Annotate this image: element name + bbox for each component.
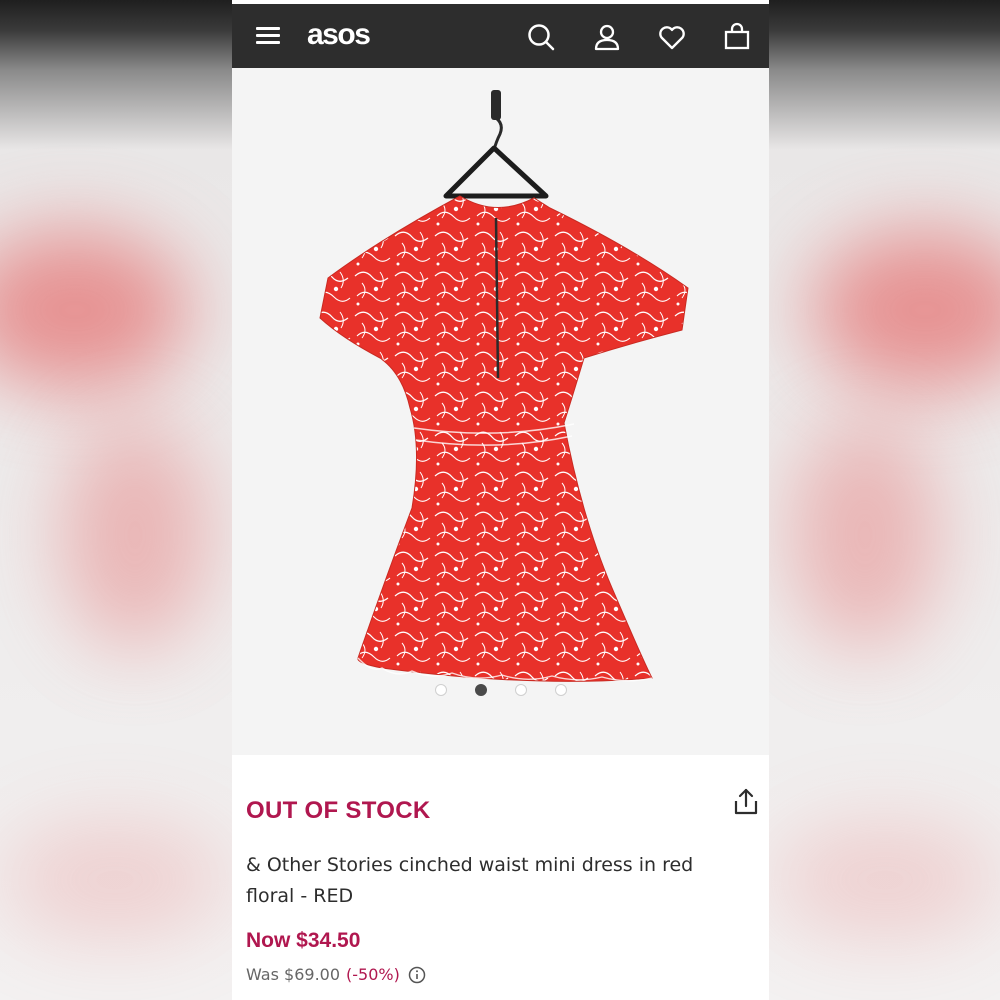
previous-price: Was $69.00: [246, 965, 341, 984]
previous-price-row: Was $69.00 (-50%): [246, 965, 426, 984]
top-navigation-bar: asos: [232, 4, 769, 68]
product-page: asos OUT OF STOCK & Other Stories cinche…: [232, 0, 769, 1000]
carousel-dot[interactable]: [554, 684, 567, 696]
share-icon[interactable]: [732, 787, 760, 817]
info-icon[interactable]: [408, 966, 426, 984]
carousel-dot-active[interactable]: [474, 684, 487, 696]
asos-logo[interactable]: asos: [307, 18, 371, 52]
product-image-gallery[interactable]: [232, 68, 769, 755]
carousel-indicators: [232, 684, 769, 696]
discount-badge: (-50%): [346, 965, 400, 984]
current-price: Now $34.50: [246, 929, 361, 952]
heart-icon[interactable]: [657, 22, 687, 52]
carousel-dot[interactable]: [514, 684, 527, 696]
stock-status: OUT OF STOCK: [246, 797, 431, 824]
account-icon[interactable]: [592, 22, 622, 52]
product-details: OUT OF STOCK & Other Stories cinched wai…: [232, 755, 769, 1000]
search-icon[interactable]: [526, 22, 556, 52]
product-title: & Other Stories cinched waist mini dress…: [246, 854, 694, 907]
dress-image: [319, 90, 689, 682]
backdrop-blur: [60, 420, 210, 650]
carousel-dot[interactable]: [434, 684, 447, 696]
menu-icon[interactable]: [256, 25, 282, 47]
backdrop-blur: [790, 420, 940, 650]
backdrop-blur: [770, 820, 1000, 940]
backdrop-blur: [0, 820, 230, 940]
bag-icon[interactable]: [722, 22, 752, 52]
